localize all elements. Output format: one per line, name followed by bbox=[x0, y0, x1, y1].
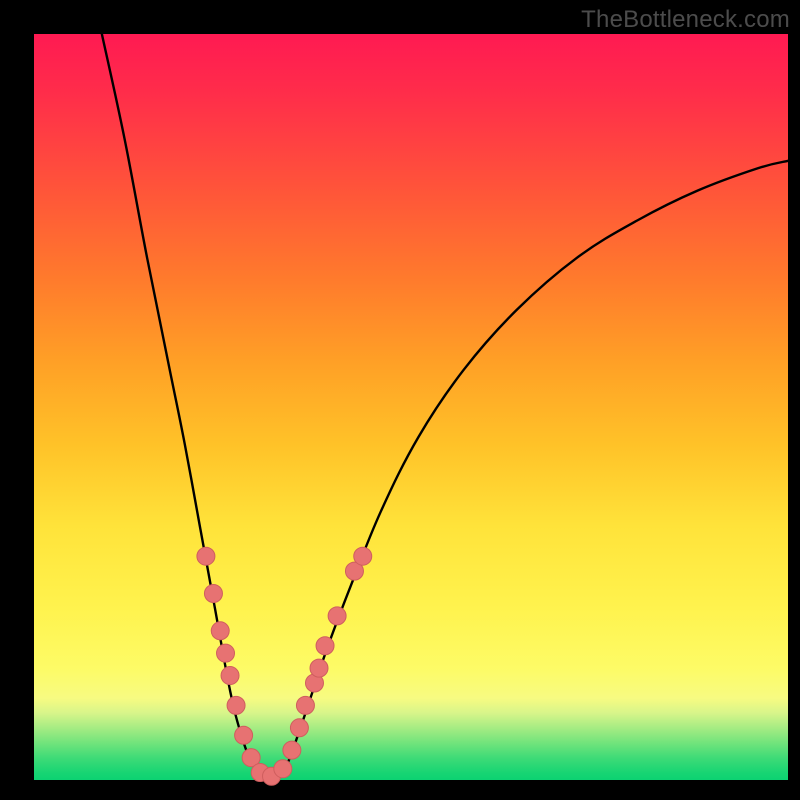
curve-dot bbox=[235, 726, 253, 744]
curve-dot bbox=[316, 637, 334, 655]
curve-dot bbox=[204, 585, 222, 603]
curve-dot bbox=[227, 696, 245, 714]
curve-dot bbox=[290, 719, 308, 737]
curve-dot bbox=[310, 659, 328, 677]
bottleneck-curve bbox=[102, 34, 788, 778]
curve-dot bbox=[274, 760, 292, 778]
curve-dot bbox=[296, 696, 314, 714]
watermark-text: TheBottleneck.com bbox=[581, 6, 790, 34]
curve-dot bbox=[328, 607, 346, 625]
plot-area bbox=[34, 34, 788, 780]
curve-dot bbox=[211, 622, 229, 640]
curve-dot bbox=[283, 741, 301, 759]
bottleneck-curve-svg bbox=[34, 34, 788, 780]
curve-dot bbox=[197, 547, 215, 565]
chart-frame: TheBottleneck.com bbox=[0, 0, 800, 800]
curve-dots bbox=[197, 547, 372, 785]
curve-dot bbox=[354, 547, 372, 565]
curve-dot bbox=[221, 667, 239, 685]
curve-dot bbox=[217, 644, 235, 662]
